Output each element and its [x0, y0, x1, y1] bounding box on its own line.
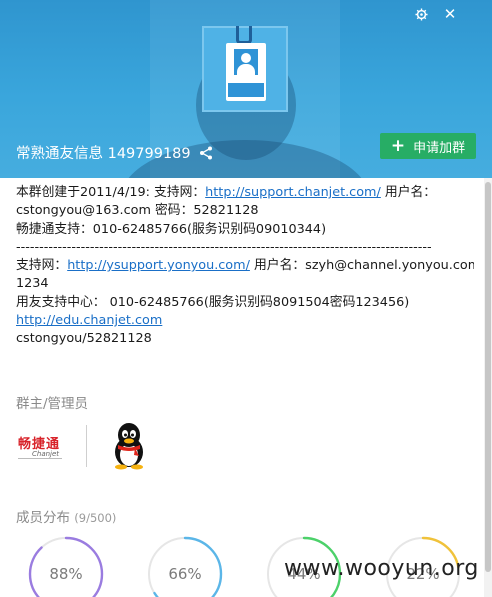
- separator-line: ----------------------------------------…: [16, 239, 432, 255]
- support-link[interactable]: http://support.chanjet.com/: [205, 185, 381, 200]
- description-line: 畅捷通支持：010-62485766(服务识别码09010344): [16, 221, 327, 237]
- join-group-button[interactable]: + 申请加群: [380, 133, 476, 159]
- edu-link[interactable]: http://edu.chanjet.com: [16, 313, 162, 328]
- plus-icon: +: [390, 135, 406, 156]
- group-description: 本群创建于2011/4/19: 支持网：http://support.chanj…: [16, 184, 474, 349]
- id-badge-avatar-icon: [226, 43, 266, 101]
- distribution-percent: 66%: [168, 565, 202, 583]
- admins-section-title: 群主/管理员: [16, 396, 89, 412]
- chanjet-logo-sub: Chanjet: [32, 450, 60, 458]
- scrollbar-thumb[interactable]: [485, 182, 491, 572]
- ysupport-link[interactable]: http://ysupport.yonyou.com/: [67, 258, 250, 273]
- distribution-title: 成员分布: [16, 510, 70, 526]
- distribution-ring[interactable]: 88%: [28, 536, 104, 597]
- lanyard-icon: [236, 26, 252, 44]
- description-line: cstongyou@163.com 密码：52821128: [16, 203, 259, 219]
- badge-bar: [228, 83, 264, 97]
- group-name: 常熟通友信息 149799189: [16, 146, 191, 162]
- badge-person-icon: [234, 49, 258, 75]
- description-line: cstongyou/52821128: [16, 331, 152, 347]
- qq-penguin-icon[interactable]: [109, 422, 149, 470]
- close-icon[interactable]: ✕: [440, 5, 460, 23]
- join-button-label: 申请加群: [413, 140, 466, 156]
- admin-list: 畅捷通 Chanjet: [16, 420, 149, 472]
- description-line: 本群创建于2011/4/19: 支持网：http://support.chanj…: [16, 185, 437, 200]
- description-line: 1234: [16, 276, 49, 292]
- description-line: http://edu.chanjet.com: [16, 312, 474, 330]
- description-line: 支持网：http://ysupport.yonyou.com/ 用户名：szyh…: [16, 258, 474, 274]
- admin-divider: [86, 425, 87, 467]
- watermark: www.wooyun.org: [284, 556, 479, 581]
- settings-gear-icon[interactable]: [411, 5, 431, 23]
- member-count: (9/500): [74, 511, 117, 525]
- distribution-ring[interactable]: 66%: [147, 536, 223, 597]
- chanjet-logo[interactable]: 畅捷通 Chanjet: [16, 429, 66, 463]
- distribution-percent: 88%: [49, 565, 83, 583]
- description-line: 用友支持中心： 010-62485766(服务识别码8091504密码12345…: [16, 294, 410, 310]
- share-icon[interactable]: [199, 146, 213, 160]
- distribution-section-title: 成员分布 (9/500): [16, 506, 116, 526]
- group-title: 常熟通友信息 149799189: [16, 142, 213, 163]
- group-header: ✕ 常熟通友信息 149799189 + 申请加群: [0, 0, 492, 178]
